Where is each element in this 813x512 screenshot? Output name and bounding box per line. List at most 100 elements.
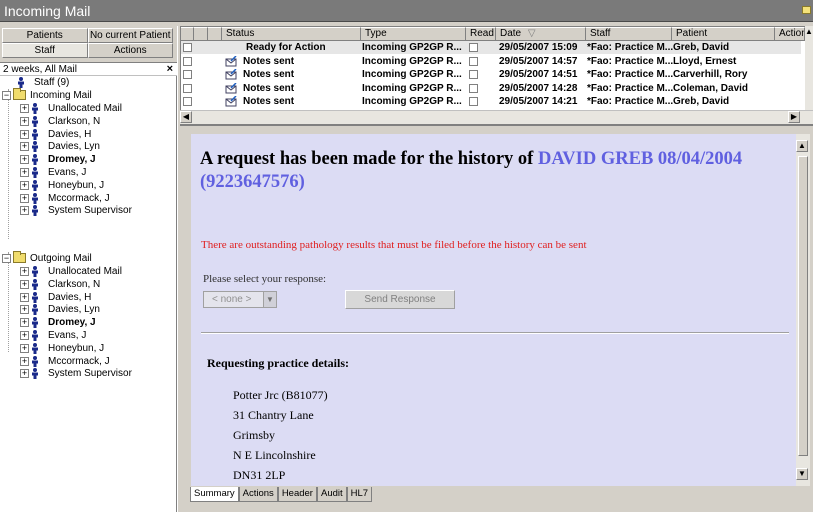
tree-item-outgoing[interactable]: + Evans, J [0, 329, 177, 342]
tree-item-incoming[interactable]: + Honeybun, J [0, 179, 177, 192]
read-checkbox[interactable] [469, 70, 478, 80]
expander-icon[interactable]: − [2, 254, 11, 263]
col-header-date[interactable]: Date ▽ [496, 27, 586, 41]
chevron-down-icon[interactable]: ▼ [263, 292, 276, 307]
expander-icon[interactable]: + [20, 142, 29, 152]
row-checkbox[interactable] [183, 97, 192, 107]
tab-actions-detail[interactable]: Actions [238, 487, 278, 502]
tab-staff[interactable]: Staff [2, 43, 88, 58]
read-checkbox[interactable] [469, 97, 478, 107]
expander-icon[interactable]: − [2, 91, 11, 100]
tree-staff-root[interactable]: Staff (9) [0, 76, 177, 89]
tab-actions[interactable]: Actions [87, 43, 173, 58]
mail-filter-bar[interactable]: 2 weeks, All Mail × [0, 62, 177, 76]
detail-vertical-scrollbar[interactable]: ▲ ▼ [796, 134, 810, 486]
left-pane: Patients No current Patient Staff Action… [0, 26, 177, 512]
tree-label: System Supervisor [48, 368, 132, 380]
tab-hl7[interactable]: HL7 [346, 487, 373, 502]
expander-icon[interactable]: + [20, 193, 29, 203]
read-checkbox[interactable] [469, 43, 478, 52]
response-select[interactable]: < none > ▼ [203, 291, 277, 308]
col-header-staff[interactable]: Staff [586, 27, 672, 41]
row-checkbox[interactable] [183, 56, 192, 66]
expander-icon[interactable]: + [20, 331, 29, 340]
expander-icon[interactable]: + [20, 180, 29, 190]
mail-sent-icon [225, 82, 237, 94]
tree-item-incoming[interactable]: + Evans, J [0, 166, 177, 179]
expander-icon[interactable]: + [20, 168, 29, 177]
tree-item-outgoing[interactable]: + Mccormack, J [0, 355, 177, 368]
tree-item-incoming[interactable]: + Unallocated Mail [0, 102, 177, 115]
cell-date: 29/05/2007 14:57 [499, 55, 578, 67]
tree-item-outgoing[interactable]: + System Supervisor [0, 367, 177, 380]
expander-icon[interactable]: + [20, 129, 29, 139]
col-header-check[interactable] [181, 27, 194, 41]
table-row[interactable]: Notes sent Incoming GP2GP R... 29/05/2007 … [181, 82, 801, 95]
address-line: N E Lincolnshire [233, 448, 316, 462]
row-checkbox[interactable] [183, 83, 192, 93]
col-header-action[interactable]: Action [775, 27, 805, 41]
table-row[interactable]: Ready for Action Incoming GP2GP R... 29/05… [181, 41, 801, 54]
scroll-up-arrow-icon[interactable]: ▲ [805, 28, 813, 36]
tab-header[interactable]: Header [277, 487, 317, 502]
read-checkbox[interactable] [469, 56, 478, 66]
col-header-icon[interactable] [208, 27, 222, 41]
folder-icon[interactable] [802, 6, 811, 14]
scroll-thumb[interactable] [798, 156, 808, 456]
tab-patients[interactable]: Patients [2, 28, 88, 43]
expander-icon[interactable]: + [20, 104, 29, 113]
tree-outgoing-mail[interactable]: − Outgoing Mail [0, 251, 177, 265]
cell-type: Incoming GP2GP R... [362, 42, 462, 53]
col-header-patient[interactable]: Patient [672, 27, 775, 41]
grid-horizontal-scrollbar[interactable]: ◀ ▶ [180, 110, 813, 124]
tree-item-incoming[interactable]: + System Supervisor [0, 204, 177, 217]
tab-no-current-patient[interactable]: No current Patient [87, 28, 173, 43]
expander-icon[interactable]: + [20, 116, 29, 126]
expander-icon[interactable]: + [20, 318, 29, 328]
tree-item-outgoing[interactable]: + Honeybun, J [0, 342, 177, 355]
scroll-right-button[interactable]: ▶ [788, 111, 800, 123]
cell-date: 29/05/2007 15:09 [499, 42, 578, 53]
tree-label: Davies, H [48, 128, 92, 140]
cell-status: Notes sent [243, 96, 295, 108]
expander-icon[interactable]: + [20, 369, 29, 379]
close-icon[interactable]: × [167, 63, 173, 76]
tree-incoming-mail[interactable]: − Incoming Mail [0, 88, 177, 102]
tree-item-outgoing[interactable]: + Davies, Lyn [0, 303, 177, 316]
table-row[interactable]: Notes sent Incoming GP2GP R... 29/05/2007 … [181, 68, 801, 81]
read-checkbox[interactable] [469, 83, 478, 93]
tab-summary[interactable]: Summary [190, 487, 239, 502]
tree-item-outgoing[interactable]: + Clarkson, N [0, 278, 177, 291]
send-response-button[interactable]: Send Response [345, 290, 455, 309]
tree-item-outgoing[interactable]: + Unallocated Mail [0, 265, 177, 278]
tab-audit[interactable]: Audit [316, 487, 347, 502]
tree-item-outgoing[interactable]: + Dromey, J [0, 316, 177, 329]
expander-icon[interactable]: + [20, 206, 29, 216]
scroll-down-button[interactable]: ▼ [796, 468, 808, 480]
tree-item-incoming[interactable]: + Davies, H [0, 128, 177, 141]
scroll-up-button[interactable]: ▲ [796, 140, 808, 152]
cell-patient: Coleman, David [673, 82, 749, 94]
tree-item-incoming[interactable]: + Davies, Lyn [0, 140, 177, 153]
tree-item-incoming[interactable]: + Dromey, J [0, 153, 177, 166]
expander-icon[interactable]: + [20, 155, 29, 165]
expander-icon[interactable]: + [20, 356, 29, 366]
tree-item-incoming[interactable]: + Clarkson, N [0, 115, 177, 128]
expander-icon[interactable]: + [20, 305, 29, 315]
col-header-type[interactable]: Type [361, 27, 466, 41]
scroll-left-button[interactable]: ◀ [180, 111, 192, 123]
grid-vertical-scrollbar[interactable]: ▲ [805, 26, 813, 110]
row-checkbox[interactable] [183, 43, 192, 52]
expander-icon[interactable]: + [20, 292, 29, 302]
tree-item-incoming[interactable]: + Mccormack, J [0, 192, 177, 205]
col-header-check2[interactable] [194, 27, 208, 41]
tree-item-outgoing[interactable]: + Davies, H [0, 291, 177, 304]
expander-icon[interactable]: + [20, 267, 29, 276]
expander-icon[interactable]: + [20, 279, 29, 289]
table-row[interactable]: Notes sent Incoming GP2GP R... 29/05/2007 … [181, 95, 801, 108]
expander-icon[interactable]: + [20, 343, 29, 353]
col-header-read[interactable]: Read [466, 27, 496, 41]
row-checkbox[interactable] [183, 70, 192, 80]
table-row[interactable]: Notes sent Incoming GP2GP R... 29/05/2007 … [181, 55, 801, 68]
col-header-status[interactable]: Status [222, 27, 361, 41]
